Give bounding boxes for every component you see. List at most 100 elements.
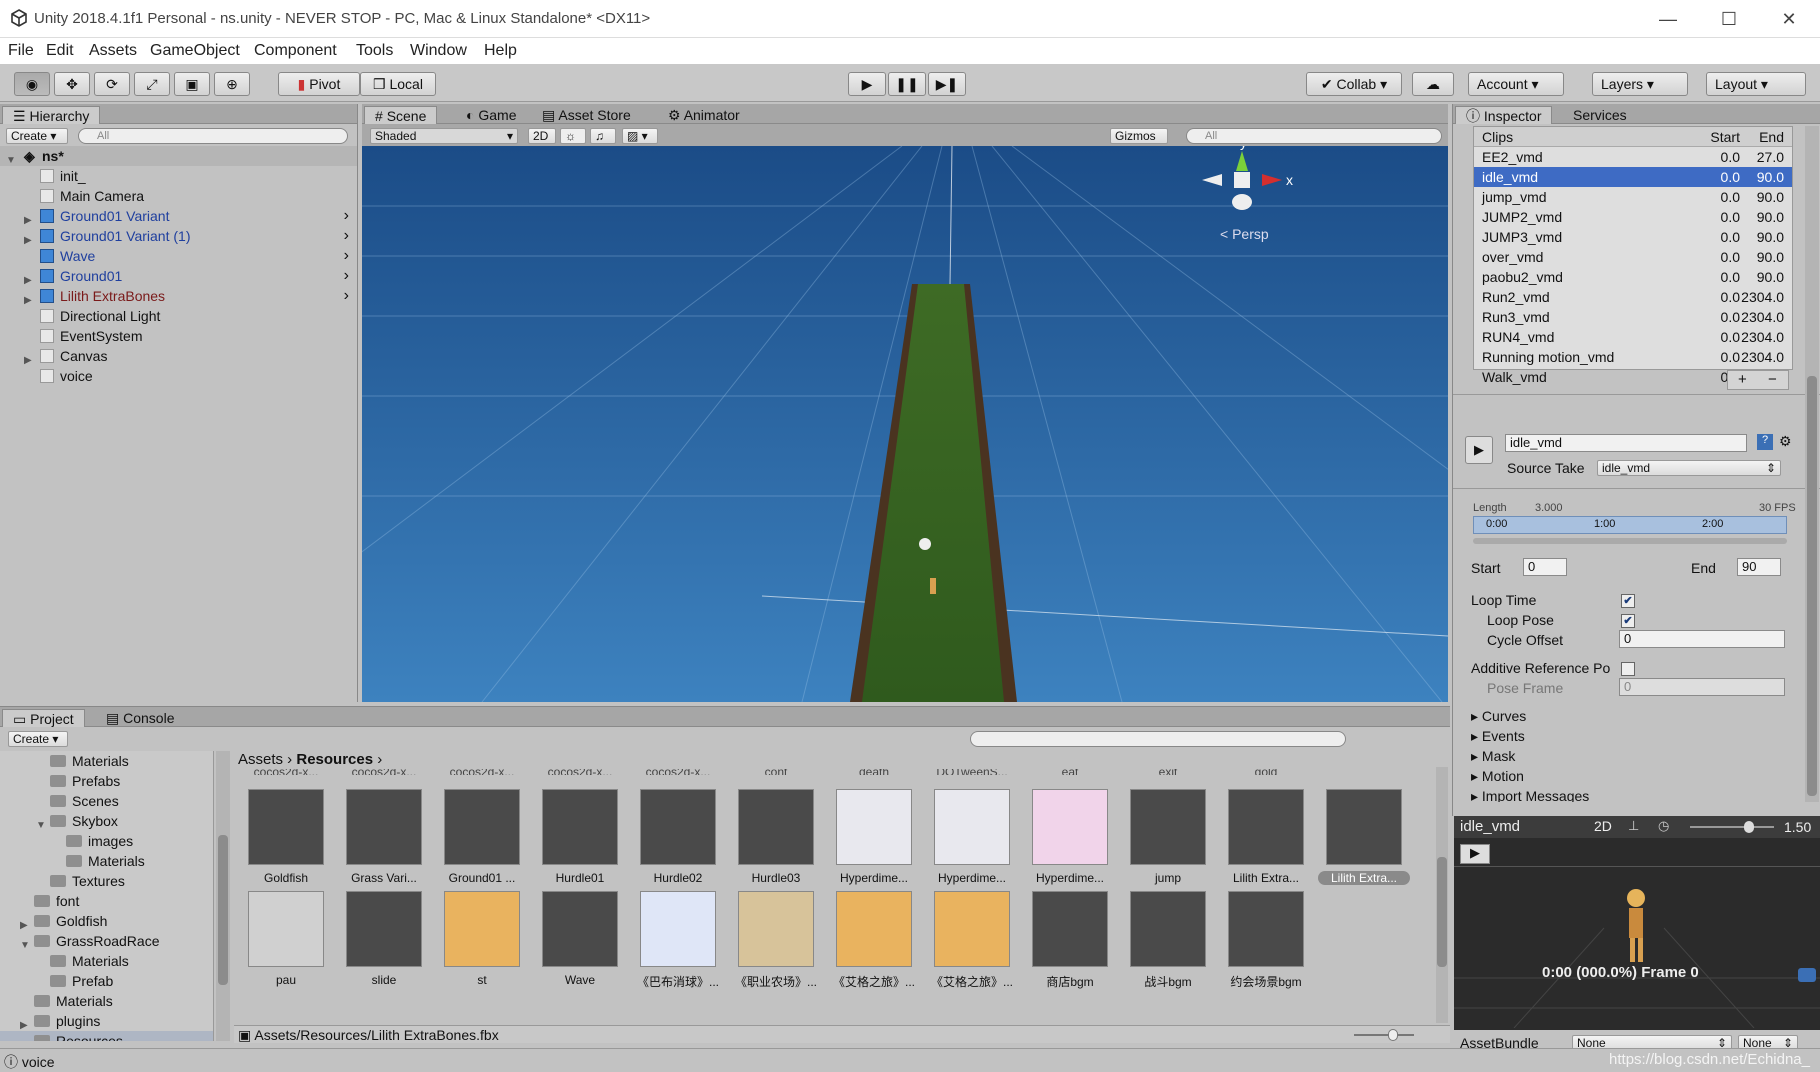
timeline-scroll[interactable] bbox=[1473, 538, 1787, 544]
section-events[interactable]: ▸ Events bbox=[1471, 728, 1525, 745]
local-toggle[interactable]: ❒ Local bbox=[360, 72, 436, 96]
start-field[interactable]: 0 bbox=[1523, 558, 1567, 576]
asset-item[interactable]: Lilith Extra... bbox=[1220, 789, 1312, 885]
menu-tools[interactable]: Tools bbox=[356, 42, 393, 60]
clip-play-icon[interactable]: ▶ bbox=[1465, 436, 1493, 464]
clip-row[interactable]: Running motion_vmd 0.0 2304.0 bbox=[1474, 347, 1792, 367]
speed-slider[interactable] bbox=[1690, 821, 1774, 833]
clip-row[interactable]: paobu2_vmd 0.0 90.0 bbox=[1474, 267, 1792, 287]
hierarchy-search-input[interactable]: All bbox=[78, 128, 348, 144]
help-icon[interactable]: ? bbox=[1757, 434, 1773, 450]
hierarchy-item[interactable]: Main Camera bbox=[0, 186, 357, 206]
tab-scene[interactable]: # Scene bbox=[364, 106, 438, 124]
play-button[interactable]: ▶ bbox=[848, 72, 886, 96]
move-tool-button[interactable]: ✥ bbox=[54, 72, 90, 96]
hierarchy-item[interactable]: ▶ Ground01 Variant › bbox=[0, 206, 357, 226]
asset-item[interactable]: Hurdle02 bbox=[632, 789, 724, 885]
project-tree-item[interactable]: Materials bbox=[0, 991, 213, 1011]
minimize-button[interactable]: — bbox=[1645, 6, 1691, 32]
tab-game[interactable]: ◐ Game bbox=[456, 106, 526, 124]
menu-file[interactable]: File bbox=[8, 42, 34, 60]
mode-2d-toggle[interactable]: 2D bbox=[528, 128, 556, 144]
layout-dropdown[interactable]: Layout ▾ bbox=[1706, 72, 1806, 96]
open-prefab-arrow-icon[interactable]: › bbox=[344, 286, 349, 306]
hierarchy-item[interactable]: init_ bbox=[0, 166, 357, 186]
asset-item[interactable]: Hurdle01 bbox=[534, 789, 626, 885]
project-tree-item[interactable]: ▼ GrassRoadRace bbox=[0, 931, 213, 951]
inspector-scrollbar[interactable] bbox=[1805, 126, 1819, 802]
asset-item[interactable]: cocos2d-x... bbox=[534, 769, 626, 775]
hierarchy-item[interactable]: ▶ Ground01 › bbox=[0, 266, 357, 286]
preview-play-button[interactable]: ▶ bbox=[1460, 844, 1490, 864]
asset-item[interactable]: death bbox=[828, 769, 920, 775]
menu-gameobject[interactable]: GameObject bbox=[150, 42, 240, 60]
clip-row[interactable]: Run3_vmd 0.0 2304.0 bbox=[1474, 307, 1792, 327]
project-tree-item[interactable]: Textures bbox=[0, 871, 213, 891]
add-clip-button[interactable]: + bbox=[1738, 371, 1747, 388]
layers-dropdown[interactable]: Layers ▾ bbox=[1592, 72, 1688, 96]
additive-reference-checkbox[interactable] bbox=[1621, 662, 1635, 676]
tab-animator[interactable]: ⚙ Animator bbox=[658, 106, 750, 124]
project-tree-item[interactable]: ▼ Skybox bbox=[0, 811, 213, 831]
project-tree-item[interactable]: Materials bbox=[0, 751, 213, 771]
asset-item[interactable]: cont bbox=[730, 769, 822, 775]
asset-item[interactable]: slide bbox=[338, 891, 430, 987]
preview-2d-toggle[interactable]: 2D bbox=[1594, 818, 1612, 834]
asset-item[interactable]: Lilith Extra... bbox=[1318, 789, 1410, 885]
pause-button[interactable]: ❚❚ bbox=[888, 72, 926, 96]
step-button[interactable]: ▶❚ bbox=[928, 72, 966, 96]
rect-tool-button[interactable]: ▣ bbox=[174, 72, 210, 96]
effects-dropdown[interactable]: ▨ ▾ bbox=[622, 128, 658, 144]
loop-time-checkbox[interactable]: ✔ bbox=[1621, 594, 1635, 608]
tree-scrollbar[interactable] bbox=[216, 751, 230, 1041]
project-tree-item[interactable]: Materials bbox=[0, 951, 213, 971]
hierarchy-item[interactable]: ▶ Canvas bbox=[0, 346, 357, 366]
project-tree-item[interactable]: ▶ plugins bbox=[0, 1011, 213, 1031]
pivot-toggle[interactable]: ▮ Pivot bbox=[278, 72, 360, 96]
asset-item[interactable]: pau bbox=[240, 891, 332, 987]
source-take-dropdown[interactable]: idle_vmd ⇕ bbox=[1597, 460, 1781, 476]
tag-icon[interactable] bbox=[1798, 968, 1816, 982]
project-tree-item[interactable]: Prefabs bbox=[0, 771, 213, 791]
tab-inspector[interactable]: ⓘ Inspector bbox=[1455, 106, 1553, 124]
collab-dropdown[interactable]: ✔ Collab ▾ bbox=[1306, 72, 1402, 96]
project-tree-item[interactable]: font bbox=[0, 891, 213, 911]
lighting-toggle[interactable]: ☼ bbox=[560, 128, 586, 144]
hierarchy-item[interactable]: EventSystem bbox=[0, 326, 357, 346]
section-curves[interactable]: ▸ Curves bbox=[1471, 708, 1526, 725]
icon-size-thumb[interactable] bbox=[1388, 1029, 1398, 1041]
asset-item[interactable]: 《艾格之旅》... bbox=[828, 891, 920, 990]
tab-asset-store[interactable]: ▤ Asset Store bbox=[532, 106, 641, 124]
expand-triangle-icon[interactable]: ▶ bbox=[20, 1036, 28, 1041]
account-dropdown[interactable]: Account ▾ bbox=[1468, 72, 1564, 96]
asset-item[interactable]: gold bbox=[1220, 769, 1312, 775]
menu-assets[interactable]: Assets bbox=[89, 42, 137, 60]
hierarchy-item[interactable]: Wave › bbox=[0, 246, 357, 266]
icon-size-slider[interactable] bbox=[1354, 1029, 1414, 1041]
project-search-input[interactable] bbox=[970, 731, 1346, 747]
section-mask[interactable]: ▸ Mask bbox=[1471, 748, 1515, 765]
hierarchy-item[interactable]: ▶ Lilith ExtraBones › bbox=[0, 286, 357, 306]
open-prefab-arrow-icon[interactable]: › bbox=[344, 266, 349, 286]
menu-edit[interactable]: Edit bbox=[46, 42, 74, 60]
tab-services[interactable]: Services bbox=[1563, 106, 1637, 124]
breadcrumb-resources[interactable]: Resources bbox=[296, 751, 373, 768]
hierarchy-create-dropdown[interactable]: Create ▾ bbox=[6, 128, 68, 144]
timeline-ruler[interactable]: 0:00 1:00 2:00 bbox=[1473, 516, 1787, 534]
hierarchy-item[interactable]: Directional Light bbox=[0, 306, 357, 326]
scene-gizmo[interactable]: y x bbox=[1202, 146, 1302, 266]
gizmos-dropdown[interactable]: Gizmos ▾ bbox=[1110, 128, 1168, 157]
clip-row[interactable]: Run2_vmd 0.0 2304.0 bbox=[1474, 287, 1792, 307]
project-tree-item[interactable]: Scenes bbox=[0, 791, 213, 811]
clip-name-field[interactable]: idle_vmd bbox=[1505, 434, 1747, 452]
asset-item[interactable]: 约会场景bgm bbox=[1220, 891, 1312, 990]
asset-item[interactable]: 商店bgm bbox=[1024, 891, 1116, 990]
grid-scroll-thumb[interactable] bbox=[1437, 857, 1447, 967]
maximize-button[interactable]: ☐ bbox=[1706, 6, 1752, 32]
transform-tool-button[interactable]: ⊕ bbox=[214, 72, 250, 96]
tree-scroll-thumb[interactable] bbox=[218, 835, 228, 985]
clip-row[interactable]: JUMP3_vmd 0.0 90.0 bbox=[1474, 227, 1792, 247]
asset-item[interactable]: Wave bbox=[534, 891, 626, 987]
open-prefab-arrow-icon[interactable]: › bbox=[344, 246, 349, 266]
asset-item[interactable]: eat bbox=[1024, 769, 1116, 775]
